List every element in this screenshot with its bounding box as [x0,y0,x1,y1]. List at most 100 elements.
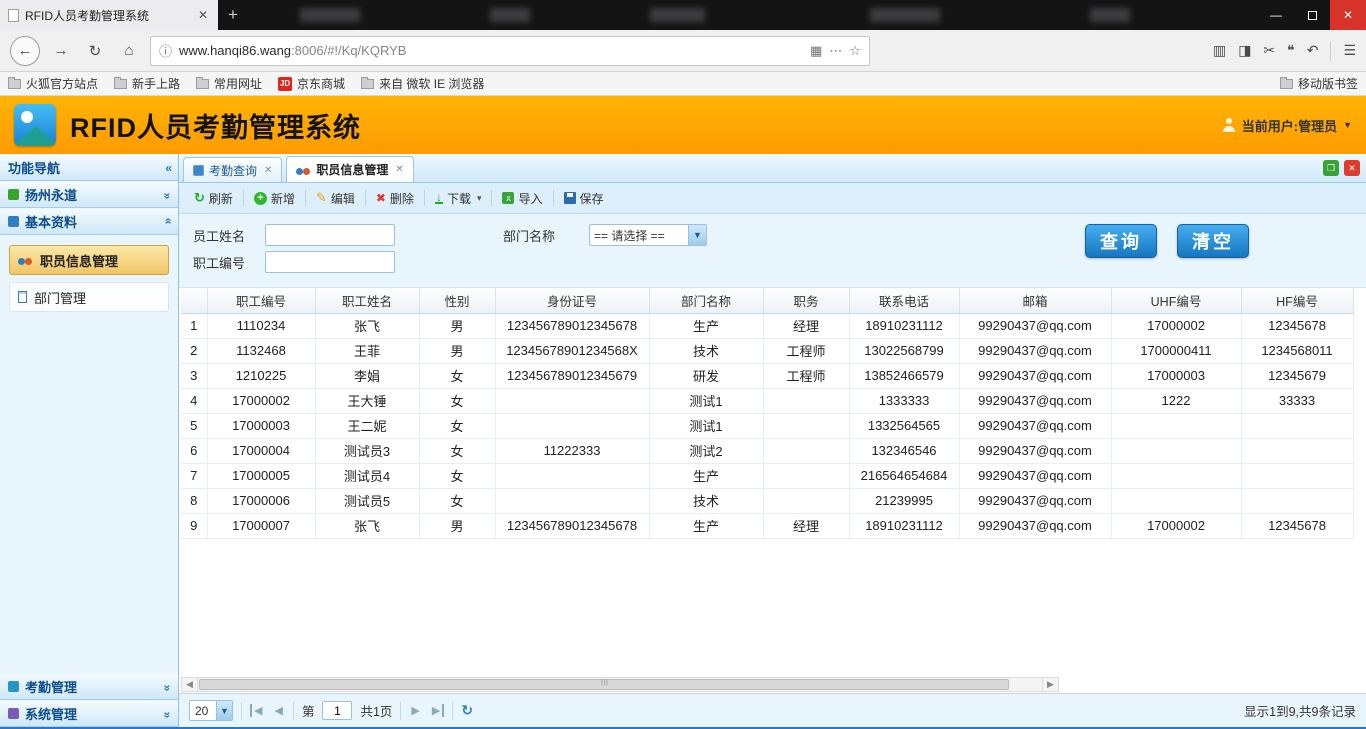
table-row[interactable]: 717000005测试员4女生产21656465468499290437@qq.… [181,463,1353,488]
column-header[interactable]: 性别 [419,288,495,313]
prev-page-icon[interactable]: ◀ [272,704,284,717]
bookmark-item[interactable]: JD京东商城 [278,75,345,92]
bookmark-label: 移动版书签 [1298,75,1358,92]
bookmark-item[interactable]: 火狐官方站点 [8,75,98,92]
table-row[interactable]: 417000002王大锤女测试1133333399290437@qq.com12… [181,388,1353,413]
department-select[interactable]: == 请选择 == ▼ [589,224,707,246]
column-header[interactable]: 身份证号 [495,288,649,313]
back-icon[interactable]: ← [10,36,40,66]
sidebar-toggle-icon[interactable]: ◨ [1238,42,1251,59]
import-button[interactable]: x 导入 [495,187,549,210]
scrollbar-thumb[interactable] [199,679,1009,690]
column-header[interactable]: 部门名称 [649,288,763,313]
table-cell: 99290437@qq.com [959,313,1111,338]
employee-name-input[interactable] [265,224,395,246]
table-cell: 经理 [763,313,849,338]
sidebar-section-yangzhou[interactable]: 扬州永道 » [0,181,178,208]
table-cell: 13022568799 [849,338,959,363]
query-button[interactable]: 查询 [1085,224,1157,258]
table-cell: 12345679 [1241,363,1353,388]
page-size-select[interactable]: 20 ▼ [189,700,233,721]
table-cell: 王大锤 [315,388,419,413]
mobile-bookmarks[interactable]: 移动版书签 [1280,75,1358,92]
sync-icon[interactable]: ↶ [1307,42,1319,59]
column-header[interactable]: 职工编号 [207,288,315,313]
minimize-button[interactable]: — [1258,0,1294,30]
tab-attendance-query[interactable]: 考勤查询 ✕ [183,157,282,182]
forward-icon[interactable]: → [48,38,74,64]
bookmark-star-icon[interactable]: ☆ [849,43,861,59]
button-label: 删除 [390,190,414,207]
column-header[interactable]: HF编号 [1241,288,1353,313]
table-cell: 33333 [1241,388,1353,413]
column-header[interactable]: UHF编号 [1111,288,1241,313]
close-panel-icon[interactable]: ✕ [1344,160,1360,176]
sidebar-item-staff-info[interactable]: 职员信息管理 [9,245,169,275]
library-icon[interactable]: ▥ [1213,42,1226,59]
table-row[interactable]: 917000007张飞男123456789012345678生产经理189102… [181,513,1353,538]
current-user[interactable]: 当前用户:管理员 ▼ [1222,116,1352,135]
menu-icon[interactable]: ☰ [1343,42,1356,59]
clock-icon [8,681,19,692]
tab-close-icon[interactable]: ✕ [395,164,403,175]
reload-grid-icon[interactable]: ↻ [461,702,473,719]
edit-button[interactable]: ✎ 编辑 [309,187,362,210]
refresh-icon[interactable]: ↻ [82,38,108,64]
download-button[interactable]: ↓ 下载 ▾ [428,187,489,210]
column-header[interactable]: 职工姓名 [315,288,419,313]
horizontal-scrollbar[interactable]: ◀ ▶ [181,677,1059,692]
scroll-left-icon[interactable]: ◀ [182,678,198,691]
qr-code-icon[interactable]: ▦ [810,43,822,59]
add-button[interactable]: + 新增 [247,187,302,210]
first-page-icon[interactable]: ◀ [250,704,264,717]
tab-close-icon[interactable]: ✕ [264,165,272,176]
chevron-down-icon[interactable]: ▼ [216,701,232,720]
tab-staff-info[interactable]: 职员信息管理 ✕ [286,156,413,182]
chevron-down-icon[interactable]: ▼ [688,225,706,245]
clear-button[interactable]: 清空 [1177,224,1249,258]
close-button[interactable]: ✕ [1330,0,1366,30]
new-tab-button[interactable]: + [218,0,248,30]
titlebar-artifact [1090,8,1130,22]
table-row[interactable]: 517000003王二妮女测试1133256456599290437@qq.co… [181,413,1353,438]
page-number-input[interactable] [322,701,352,720]
titlebar-artifact [650,8,705,22]
table-row[interactable]: 817000006测试员5女技术2123999599290437@qq.com [181,488,1353,513]
bookmark-item[interactable]: 新手上路 [114,75,180,92]
browser-tab[interactable]: RFID人员考勤管理系统 ✕ [0,0,218,30]
page-actions-icon[interactable]: ⋯ [829,43,842,59]
table-row[interactable]: 617000004测试员3女11222333测试2132346546992904… [181,438,1353,463]
screenshot-icon[interactable]: ✂ [1263,42,1275,59]
tab-close-icon[interactable]: ✕ [196,8,210,22]
table-row[interactable]: 31210225李娟女123456789012345679研发工程师138524… [181,363,1353,388]
next-page-icon[interactable]: ▶ [409,704,421,717]
maximize-button[interactable] [1294,0,1330,30]
column-header[interactable]: 职务 [763,288,849,313]
bookmark-item[interactable]: 常用网址 [196,75,262,92]
table-cell: 99290437@qq.com [959,438,1111,463]
scroll-right-icon[interactable]: ▶ [1042,678,1058,691]
last-page-icon[interactable]: ▶ [430,704,444,717]
bookmark-item[interactable]: 来自 微软 IE 浏览器 [361,75,484,92]
table-row[interactable]: 21132468王菲男12345678901234568X技术工程师130225… [181,338,1353,363]
sidebar-item-department[interactable]: 部门管理 [9,282,169,312]
collapse-icon[interactable]: « [165,161,170,175]
sidebar-section-attendance[interactable]: 考勤管理 » [0,673,178,700]
maximize-panel-icon[interactable]: ❐ [1323,160,1339,176]
home-icon[interactable]: ⌂ [116,38,142,64]
column-header[interactable]: 联系电话 [849,288,959,313]
scrollbar-track[interactable] [198,678,1042,691]
refresh-button[interactable]: ↻ 刷新 [187,187,240,210]
column-header[interactable]: 邮箱 [959,288,1111,313]
table-row[interactable]: 11110234张飞男123456789012345678生产经理1891023… [181,313,1353,338]
delete-button[interactable]: ✖ 删除 [369,187,421,210]
site-info-icon[interactable]: ⓘ [159,41,172,60]
employee-code-input[interactable] [265,251,395,273]
chat-icon[interactable]: ❝ [1287,42,1295,59]
code-label: 职工编号 [193,253,265,272]
address-bar[interactable]: ⓘ www.hanqi86.wang:8006/#!/Kq/KQRYB ▦ ⋯ … [150,36,870,66]
save-button[interactable]: 保存 [557,187,611,210]
sidebar-section-system[interactable]: 系统管理 » [0,700,178,727]
sidebar-section-basic-data[interactable]: 基本资料 » [0,208,178,235]
cross-icon: ✖ [376,191,386,205]
